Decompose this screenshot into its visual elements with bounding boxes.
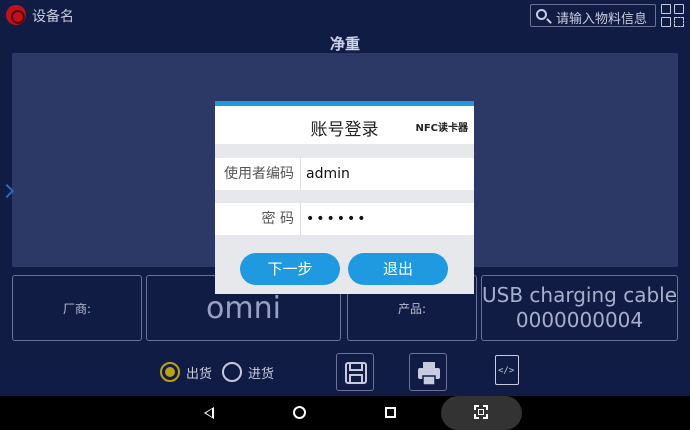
manufacturer-label-box: 厂商: xyxy=(12,275,142,341)
screenshot-icon xyxy=(474,405,488,419)
product-name: USB charging cable xyxy=(482,283,677,307)
product-code: 0000000004 xyxy=(515,308,644,332)
product-value-box: USB charging cable 0000000004 xyxy=(481,275,678,341)
password-label: 密 码 xyxy=(215,203,301,235)
code-file-icon[interactable]: </> xyxy=(495,355,519,385)
exit-button[interactable]: 退出 xyxy=(348,253,448,285)
home-icon[interactable] xyxy=(293,406,306,419)
manufacturer-label: 厂商: xyxy=(62,301,92,316)
device-name: 设备名 xyxy=(32,9,74,25)
user-code-field[interactable]: admin xyxy=(306,158,472,190)
net-weight-label: 净重 xyxy=(329,35,360,53)
save-button[interactable] xyxy=(336,353,374,391)
radio-inbound-label: 进货 xyxy=(248,366,275,382)
system-nav-bar xyxy=(0,396,690,430)
next-step-button[interactable]: 下一步 xyxy=(240,253,340,285)
recents-icon[interactable] xyxy=(385,407,396,418)
search-input[interactable]: 请输入物料信息 xyxy=(530,4,656,27)
radio-outbound[interactable] xyxy=(160,362,180,382)
radio-inbound[interactable] xyxy=(222,362,243,382)
grid-icon[interactable] xyxy=(661,4,685,28)
search-icon xyxy=(536,9,547,20)
nfc-reader-button[interactable]: NFC读卡器 xyxy=(415,119,468,134)
login-dialog: 账号登录 NFC读卡器 使用者编码 admin 密 码 •••••• 下一步 退… xyxy=(215,101,474,294)
password-row: 密 码 •••••• xyxy=(215,203,474,235)
radio-outbound-label: 出货 xyxy=(186,366,213,382)
back-icon[interactable] xyxy=(204,407,214,419)
print-icon xyxy=(418,362,440,386)
search-placeholder: 请输入物料信息 xyxy=(556,12,648,27)
dialog-header: 账号登录 NFC读卡器 xyxy=(215,106,474,144)
product-label: 产品: xyxy=(397,301,427,316)
user-code-label: 使用者编码 xyxy=(215,158,301,190)
print-button[interactable] xyxy=(409,353,447,391)
manufacturer-value: omni xyxy=(206,290,281,326)
mode-radio-group: 出货 进货 xyxy=(160,360,284,384)
app-logo-icon xyxy=(6,5,26,25)
save-icon xyxy=(345,362,367,384)
user-code-row: 使用者编码 admin xyxy=(215,158,474,190)
password-field[interactable]: •••••• xyxy=(306,203,472,235)
